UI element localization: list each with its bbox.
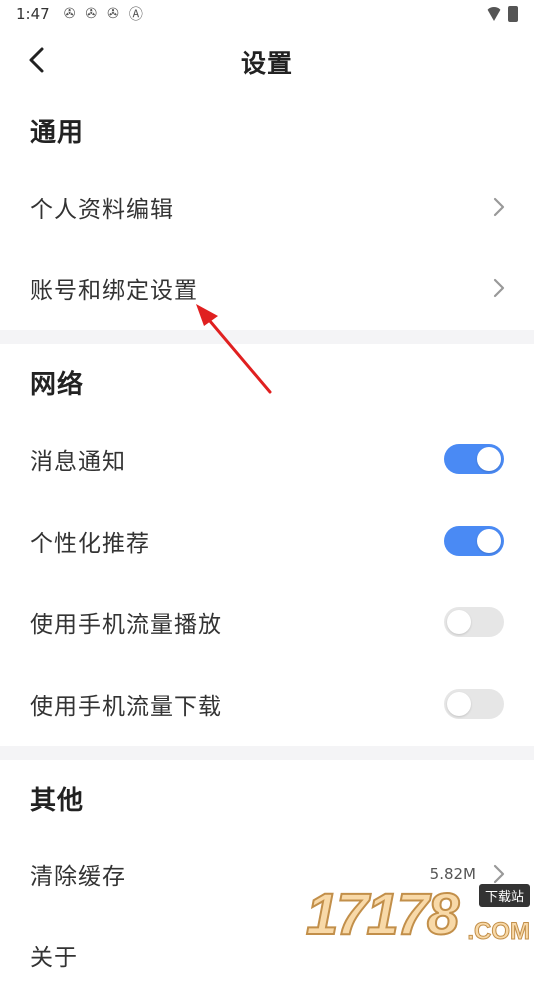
wifi-icon bbox=[486, 7, 502, 21]
row-personalized-recommendation: 个性化推荐 bbox=[0, 512, 534, 572]
recommendation-toggle[interactable] bbox=[444, 526, 504, 556]
toggle-knob bbox=[447, 610, 471, 634]
a-icon: Ⓐ bbox=[128, 7, 143, 23]
row-mobile-data-playback: 使用手机流量播放 bbox=[0, 593, 534, 653]
row-label: 消息通知 bbox=[30, 449, 126, 475]
section-divider bbox=[0, 746, 534, 760]
row-label: 关于 bbox=[30, 945, 78, 971]
chevron-right-icon bbox=[493, 197, 505, 217]
row-label: 清除缓存 bbox=[30, 864, 126, 890]
row-label: 使用手机流量播放 bbox=[30, 612, 222, 638]
watermark-suffix: .COM bbox=[467, 918, 531, 946]
row-message-notification: 消息通知 bbox=[0, 430, 534, 490]
notification-toggle[interactable] bbox=[444, 444, 504, 474]
toggle-knob bbox=[447, 692, 471, 716]
row-label: 个性化推荐 bbox=[30, 531, 150, 557]
section-divider bbox=[0, 330, 534, 344]
toggle-knob bbox=[477, 529, 501, 553]
toggle-knob bbox=[477, 447, 501, 471]
status-bar: 1:47 ✇ ✇ ✇ Ⓐ bbox=[0, 0, 534, 28]
watermark-logo: 17178 下载站 .COM bbox=[305, 881, 534, 950]
battery-icon bbox=[508, 6, 518, 22]
title-bar: 设置 bbox=[0, 32, 534, 88]
app-icon: ✇ bbox=[107, 6, 119, 22]
status-right bbox=[486, 6, 518, 22]
section-header-network: 网络 bbox=[30, 370, 85, 400]
row-mobile-data-download: 使用手机流量下载 bbox=[0, 675, 534, 735]
watermark-number: 17178 bbox=[305, 881, 460, 948]
row-account-binding[interactable]: 账号和绑定设置 bbox=[0, 259, 534, 319]
section-header-other: 其他 bbox=[30, 786, 85, 816]
app-icon: ✇ bbox=[63, 6, 76, 22]
row-label: 个人资料编辑 bbox=[30, 197, 174, 223]
row-profile-edit[interactable]: 个人资料编辑 bbox=[0, 178, 534, 238]
watermark-badge: 下载站 bbox=[478, 884, 530, 907]
section-header-general: 通用 bbox=[30, 118, 85, 148]
status-time: 1:47 bbox=[16, 5, 50, 23]
row-label: 使用手机流量下载 bbox=[30, 694, 222, 720]
page-title: 设置 bbox=[240, 49, 293, 78]
app-icon: ✇ bbox=[85, 6, 98, 22]
mobile-playback-toggle[interactable] bbox=[444, 607, 504, 637]
mobile-download-toggle[interactable] bbox=[444, 689, 504, 719]
chevron-right-icon bbox=[493, 278, 505, 298]
row-label: 账号和绑定设置 bbox=[30, 278, 198, 304]
